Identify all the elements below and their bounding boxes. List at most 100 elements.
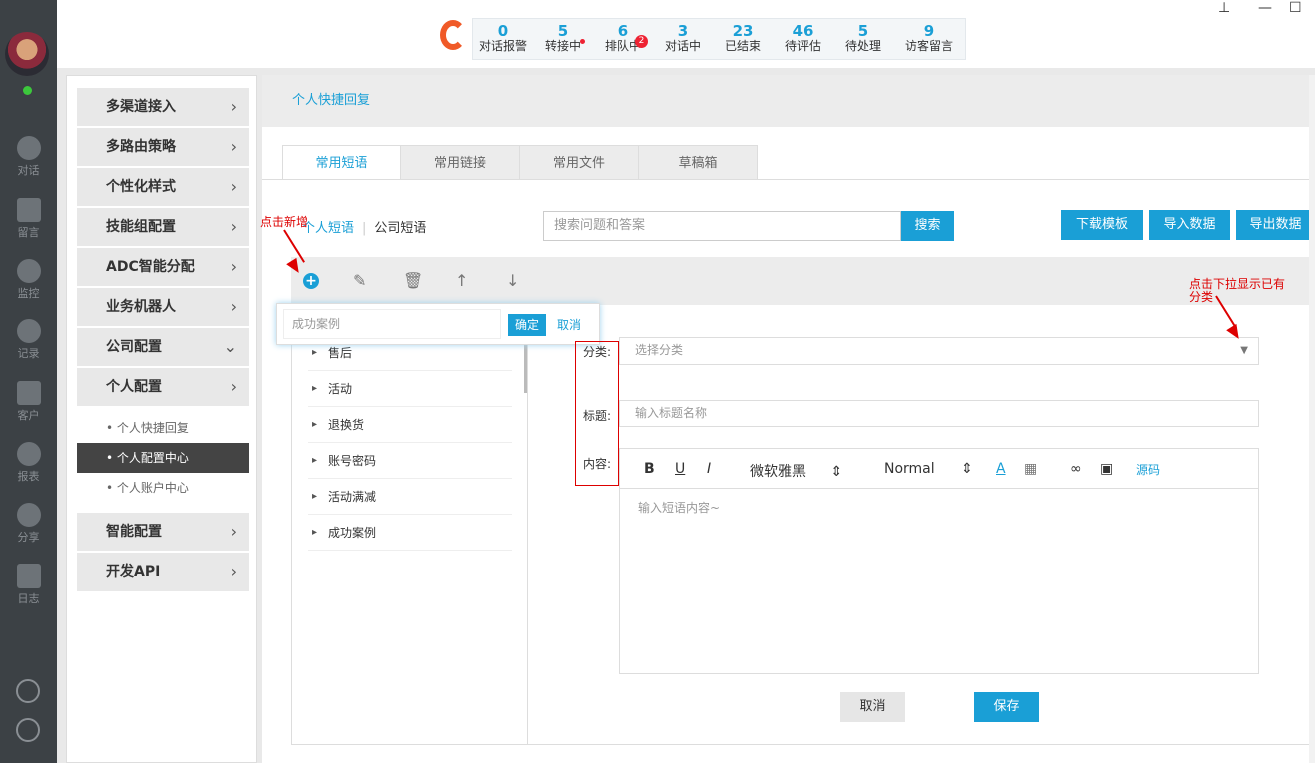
menu-style[interactable]: 个性化样式 › bbox=[77, 168, 249, 206]
menu-skill-group[interactable]: 技能组配置 › bbox=[77, 208, 249, 246]
category-name-input[interactable]: 成功案例 bbox=[283, 309, 501, 339]
power-icon[interactable] bbox=[16, 718, 40, 742]
list-item[interactable]: 成功案例 bbox=[308, 515, 512, 551]
chevron-right-icon: › bbox=[230, 97, 237, 116]
rail-item-records[interactable]: 记录 bbox=[0, 319, 57, 361]
menu-personal[interactable]: 个人配置 › bbox=[77, 368, 249, 406]
minimize-icon[interactable]: — bbox=[1258, 0, 1272, 16]
list-item[interactable]: 退换货 bbox=[308, 407, 512, 443]
rail-item-logs[interactable]: 日志 bbox=[0, 564, 57, 606]
menu-smart[interactable]: 智能配置 › bbox=[77, 513, 249, 551]
subtab-personal[interactable]: 个人短语 bbox=[302, 221, 354, 236]
share-icon bbox=[16, 503, 41, 527]
stat-to-evaluate[interactable]: 46 待评估 bbox=[773, 19, 833, 59]
export-data-button[interactable]: 导出数据 bbox=[1236, 210, 1315, 240]
trash-icon[interactable]: 🗑 bbox=[403, 271, 423, 290]
arrow-down-icon[interactable]: ↓ bbox=[506, 271, 519, 290]
search-input[interactable]: 搜索问题和答案 bbox=[543, 211, 901, 241]
tab-phrases[interactable]: 常用短语 bbox=[282, 145, 401, 180]
list-item[interactable]: 活动 bbox=[308, 371, 512, 407]
stats-bar: 0 对话报警 5 转接中 6 排队中 2 3 对话中 23 已结束 46 待评估 5 待处理 9… bbox=[472, 18, 966, 60]
mail-icon bbox=[16, 198, 41, 222]
chevron-right-icon: › bbox=[230, 177, 237, 196]
breadcrumb[interactable]: 个人快捷回复 bbox=[262, 75, 1315, 127]
stat-pending[interactable]: 5 待处理 bbox=[833, 19, 893, 59]
stat-alarm[interactable]: 0 对话报警 bbox=[473, 19, 533, 59]
submenu-quick-reply[interactable]: • 个人快捷回复 bbox=[77, 413, 249, 443]
menu-company[interactable]: 公司配置 ⌄ bbox=[77, 328, 249, 366]
editor-content[interactable]: 输入短语内容~ bbox=[638, 499, 720, 516]
phrase-scope-tabs: 个人短语 | 公司短语 bbox=[302, 221, 427, 236]
submenu-account-center[interactable]: • 个人账户中心 bbox=[77, 473, 249, 503]
image-icon[interactable]: ▣ bbox=[1100, 461, 1113, 477]
stat-ended[interactable]: 23 已结束 bbox=[713, 19, 773, 59]
avatar[interactable] bbox=[5, 32, 49, 76]
page-scrollbar[interactable] bbox=[1309, 75, 1315, 763]
category-select[interactable]: 选择分类 ▼ bbox=[619, 337, 1259, 365]
settings-icon[interactable] bbox=[16, 679, 40, 703]
chevron-right-icon: › bbox=[230, 137, 237, 156]
tab-links[interactable]: 常用链接 bbox=[401, 145, 520, 180]
rail-item-chat[interactable]: 对话 bbox=[0, 136, 57, 178]
cancel-button[interactable]: 取消 bbox=[840, 692, 905, 722]
brand-logo bbox=[440, 20, 466, 50]
stat-chatting[interactable]: 3 对话中 bbox=[653, 19, 713, 59]
submenu-personal-center[interactable]: • 个人配置中心 bbox=[77, 443, 249, 473]
confirm-button[interactable]: 确定 bbox=[508, 314, 546, 336]
stat-queue[interactable]: 6 排队中 2 bbox=[593, 19, 653, 59]
download-template-button[interactable]: 下载模板 bbox=[1061, 210, 1143, 240]
list-item[interactable]: 活动满减 bbox=[308, 479, 512, 515]
chevron-right-icon: › bbox=[230, 522, 237, 541]
rail-item-reports[interactable]: 报表 bbox=[0, 442, 57, 484]
source-code-button[interactable]: 源码 bbox=[1136, 461, 1160, 478]
list-item[interactable]: 账号密码 bbox=[308, 443, 512, 479]
edit-icon[interactable]: ✎ bbox=[353, 271, 366, 290]
category-label: 分类: bbox=[583, 345, 612, 359]
highlight-color-icon[interactable]: ▦ bbox=[1024, 461, 1037, 477]
font-family-select[interactable]: 微软雅黑 ⇕ bbox=[750, 461, 842, 481]
chevron-right-icon: › bbox=[230, 217, 237, 236]
rail-item-share[interactable]: 分享 bbox=[0, 503, 57, 545]
clock-icon bbox=[16, 319, 41, 343]
cancel-link[interactable]: 取消 bbox=[557, 316, 581, 333]
clipboard-icon bbox=[16, 564, 41, 588]
stat-visitor-messages[interactable]: 9 访客留言 bbox=[893, 19, 965, 59]
pin-icon[interactable]: ⊥ bbox=[1218, 0, 1230, 16]
menu-robot[interactable]: 业务机器人 › bbox=[77, 288, 249, 326]
text-color-icon[interactable]: A bbox=[996, 461, 1006, 477]
italic-icon[interactable]: I bbox=[707, 461, 711, 477]
tab-files[interactable]: 常用文件 bbox=[520, 145, 639, 180]
chevron-right-icon: › bbox=[230, 377, 237, 396]
link-icon[interactable]: ∞ bbox=[1070, 461, 1082, 477]
pie-chart-icon bbox=[16, 442, 41, 466]
bold-icon[interactable]: B bbox=[644, 461, 655, 477]
search-button[interactable]: 搜索 bbox=[901, 211, 954, 241]
stat-transferring[interactable]: 5 转接中 bbox=[533, 19, 593, 59]
save-button[interactable]: 保存 bbox=[974, 692, 1039, 722]
menu-routing[interactable]: 多路由策略 › bbox=[77, 128, 249, 166]
underline-icon[interactable]: U bbox=[675, 461, 685, 477]
contact-card-icon bbox=[16, 381, 41, 405]
divider bbox=[262, 179, 1315, 180]
menu-adc[interactable]: ADC智能分配 › bbox=[77, 248, 249, 286]
chevron-right-icon: › bbox=[230, 257, 237, 276]
updown-icon: ⇕ bbox=[830, 464, 843, 480]
maximize-icon[interactable]: ☐ bbox=[1289, 0, 1302, 16]
menu-multichannel[interactable]: 多渠道接入 › bbox=[77, 88, 249, 126]
editor-toolbar: B U I 微软雅黑 ⇕ Normal ⇕ A ▦ ∞ ▣ 源码 bbox=[620, 449, 1258, 489]
rail-item-monitor[interactable]: 监控 bbox=[0, 259, 57, 301]
title-input[interactable]: 输入标题名称 bbox=[619, 400, 1259, 427]
subtab-company[interactable]: 公司短语 bbox=[374, 221, 426, 236]
queue-badge: 2 bbox=[635, 35, 648, 48]
category-list: 售后 活动 退换货 账号密码 活动满减 成功案例 bbox=[292, 335, 528, 745]
font-size-select[interactable]: Normal ⇕ bbox=[884, 461, 973, 477]
menu-api[interactable]: 开发API › bbox=[77, 553, 249, 591]
content-label: 内容: bbox=[583, 457, 612, 471]
rail-item-message[interactable]: 留言 bbox=[0, 198, 57, 240]
eye-icon bbox=[16, 259, 41, 283]
import-data-button[interactable]: 导入数据 bbox=[1149, 210, 1230, 240]
rail-item-customers[interactable]: 客户 bbox=[0, 381, 57, 423]
tab-drafts[interactable]: 草稿箱 bbox=[639, 145, 758, 180]
arrow-up-icon[interactable]: ↑ bbox=[455, 271, 468, 290]
add-icon[interactable]: + bbox=[303, 273, 319, 289]
